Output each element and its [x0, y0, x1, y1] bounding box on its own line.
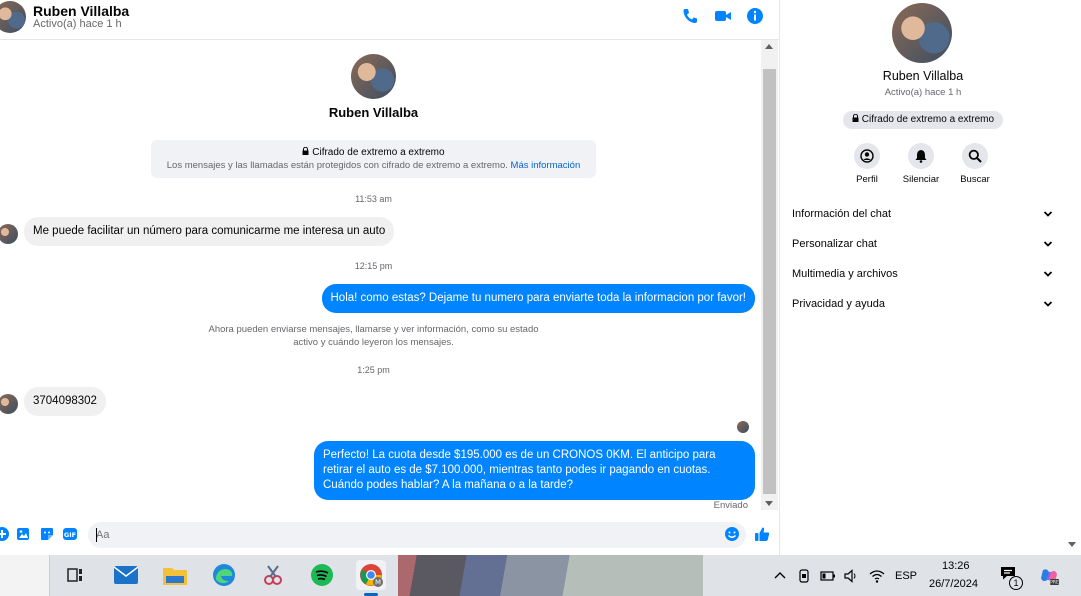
chevron-down-icon	[1043, 241, 1053, 247]
emoji-icon[interactable]	[724, 526, 740, 542]
page-scrollbar[interactable]	[1063, 0, 1081, 555]
chrome-browser-icon[interactable]: M	[356, 560, 386, 590]
section-privacy-help[interactable]: Privacidad y ayuda	[792, 292, 1054, 316]
timestamp: 1:25 pm	[357, 365, 390, 375]
encryption-body: Los mensajes y las llamadas están proteg…	[166, 160, 508, 171]
svg-text:M: M	[375, 579, 381, 587]
mail-icon[interactable]	[111, 560, 141, 590]
sent-status: Enviado	[713, 500, 748, 511]
chevron-up-icon[interactable]	[772, 568, 788, 584]
section-customize-chat-label: Personalizar chat	[792, 238, 877, 250]
message-outgoing[interactable]: Hola! como estas? Dejame tu numero para …	[321, 284, 755, 313]
scroll-up-arrow-icon[interactable]	[765, 44, 773, 49]
system-note: Ahora pueden enviarse mensajes, llamarse…	[208, 324, 539, 348]
read-receipt-avatar	[737, 421, 749, 433]
copilot-icon[interactable]: PRE	[1039, 566, 1059, 586]
volume-icon[interactable]	[843, 568, 859, 584]
info-icon[interactable]	[745, 6, 765, 26]
plus-circle-icon[interactable]	[0, 526, 10, 542]
wifi-icon[interactable]	[869, 568, 885, 584]
message-composer: GIF	[0, 516, 779, 552]
scroll-thumb[interactable]	[763, 69, 776, 494]
svg-text:PRE: PRE	[1050, 580, 1059, 586]
timestamp: 12:15 pm	[354, 261, 393, 271]
conversation-area: Ruben Villalba Cifrado de extremo a extr…	[0, 40, 760, 516]
encryption-badge-label: Cifrado de extremo a extremo	[861, 114, 995, 125]
thumbs-up-icon[interactable]	[754, 526, 770, 542]
language-indicator[interactable]: ESP	[895, 570, 917, 582]
clock-date[interactable]: 26/7/2024	[929, 578, 978, 590]
lock-icon	[302, 146, 309, 155]
contact-status: Activo(a) hace 1 h	[33, 18, 122, 30]
message-incoming[interactable]: Me puede facilitar un número para comuni…	[24, 217, 395, 246]
section-chat-info-label: Información del chat	[792, 208, 892, 220]
phone-icon[interactable]	[680, 6, 700, 26]
clock-time[interactable]: 13:26	[942, 560, 970, 572]
edge-browser-icon[interactable]	[209, 560, 239, 590]
battery-icon[interactable]	[820, 568, 836, 584]
svg-text:GIF: GIF	[64, 531, 76, 539]
search-label: Buscar	[960, 174, 990, 185]
encryption-title: Cifrado de extremo a extremo	[151, 146, 596, 158]
section-media-files-label: Multimedia y archivos	[792, 268, 898, 280]
profile-avatar[interactable]	[892, 3, 952, 63]
taskbar-background-image	[398, 555, 703, 596]
mute-circle	[908, 143, 934, 169]
windows-taskbar: M ESP 13:26 26/7/2024 1 PRE	[0, 555, 1081, 596]
bell-icon	[915, 150, 927, 163]
chevron-down-icon	[1043, 211, 1053, 217]
profile-label: Perfil	[856, 174, 878, 185]
search-icon	[968, 149, 982, 163]
task-view-icon[interactable]	[60, 560, 90, 590]
snipping-tool-icon[interactable]	[258, 560, 288, 590]
encryption-title-text: Cifrado de extremo a extremo	[312, 147, 445, 158]
mute-button[interactable]: Silenciar	[891, 143, 951, 185]
chat-header: Ruben Villalba Activo(a) hace 1 h	[0, 0, 779, 40]
profile-button[interactable]: Perfil	[837, 143, 897, 185]
section-chat-info[interactable]: Información del chat	[792, 202, 1054, 226]
video-call-icon[interactable]	[713, 6, 733, 26]
avatar[interactable]	[0, 1, 26, 33]
profile-circle	[854, 143, 880, 169]
lock-icon	[852, 113, 859, 122]
profile-icon	[860, 149, 874, 163]
message-outgoing[interactable]: Perfecto! La cuota desde $195.000 es de …	[314, 441, 755, 500]
message-incoming[interactable]: 3704098302	[24, 387, 106, 416]
section-media-files[interactable]: Multimedia y archivos	[792, 262, 1054, 286]
encryption-notice: Cifrado de extremo a extremo Los mensaje…	[151, 140, 596, 178]
taskbar-search-box[interactable]	[0, 555, 50, 596]
scroll-down-arrow-icon[interactable]	[765, 501, 773, 506]
chat-details-panel: Ruben Villalba Activo(a) hace 1 h Cifrad…	[779, 0, 1065, 555]
conversation-name: Ruben Villalba	[328, 105, 419, 120]
message-input[interactable]	[88, 522, 746, 548]
encryption-text: Los mensajes y las llamadas están proteg…	[151, 160, 596, 171]
mute-label: Silenciar	[902, 174, 940, 185]
sticker-icon[interactable]	[39, 526, 55, 542]
search-button[interactable]: Buscar	[945, 143, 1005, 185]
conversation-scrollbar[interactable]	[761, 40, 778, 510]
encryption-badge[interactable]: Cifrado de extremo a extremo	[843, 111, 1003, 129]
section-privacy-help-label: Privacidad y ayuda	[792, 298, 885, 310]
conversation-avatar[interactable]	[351, 54, 396, 99]
file-explorer-icon[interactable]	[160, 560, 190, 590]
text-caret	[96, 528, 97, 542]
image-icon[interactable]	[15, 526, 31, 542]
timestamp: 11:53 am	[355, 194, 392, 204]
notification-badge: 1	[1009, 576, 1023, 590]
contact-name[interactable]: Ruben Villalba	[33, 3, 129, 19]
gif-icon[interactable]: GIF	[62, 526, 78, 542]
spotify-icon[interactable]	[307, 560, 337, 590]
more-info-link[interactable]: Más información	[511, 160, 581, 171]
device-icon[interactable]	[796, 568, 812, 584]
search-circle	[962, 143, 988, 169]
sender-avatar[interactable]	[0, 394, 18, 414]
section-customize-chat[interactable]: Personalizar chat	[792, 232, 1054, 256]
chevron-down-icon	[1043, 301, 1053, 307]
chevron-down-icon	[1043, 271, 1053, 277]
profile-name: Ruben Villalba	[882, 69, 964, 83]
sender-avatar[interactable]	[0, 224, 18, 244]
profile-status: Activo(a) hace 1 h	[884, 87, 962, 98]
scroll-down-arrow-icon[interactable]	[1068, 542, 1076, 548]
